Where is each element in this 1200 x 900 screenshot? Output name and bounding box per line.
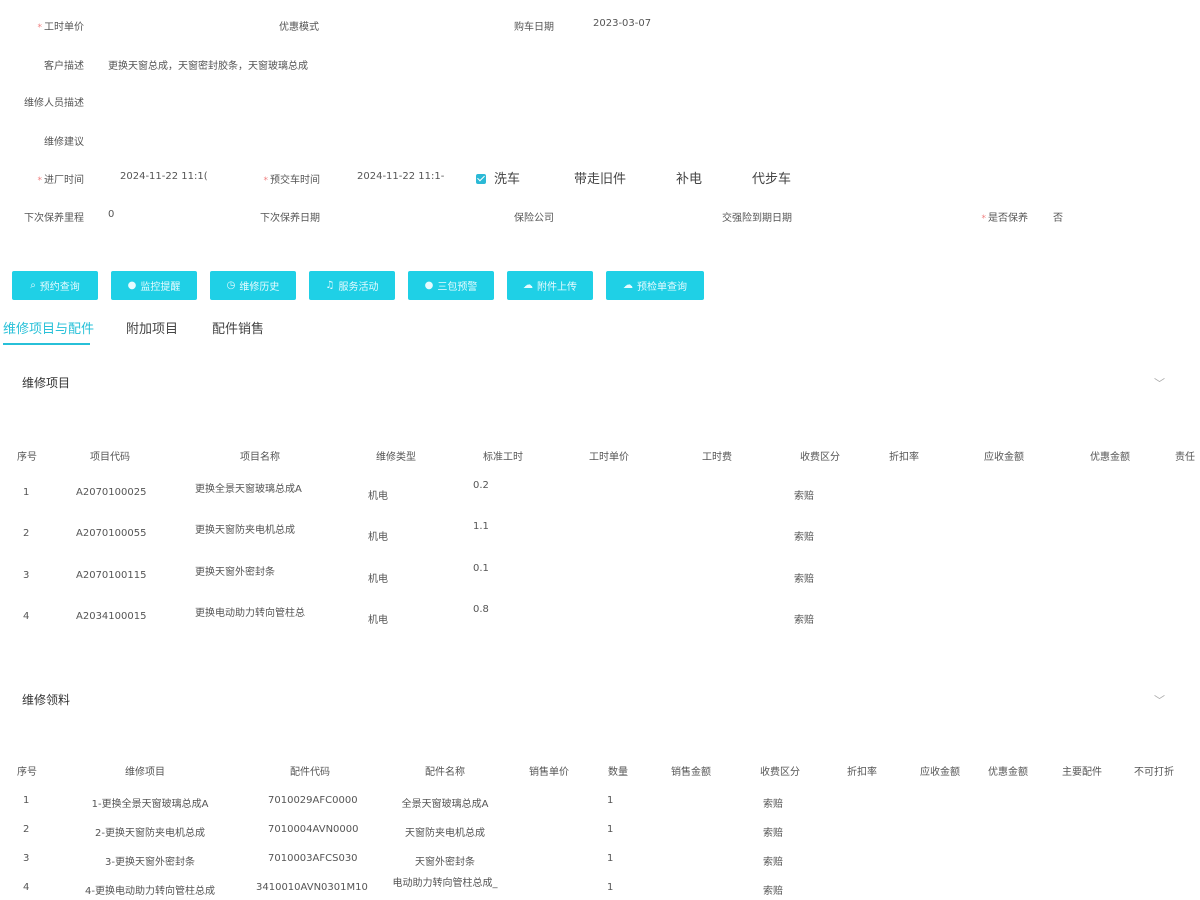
is-maintenance-value[interactable]: 否 [1053,209,1063,224]
expected-delivery-label: * 预交车时间 [263,175,321,186]
chevron-down-icon[interactable]: ﹀ [1154,692,1165,708]
precheck-query-button[interactable]: ☁ 预检单查询 [606,271,704,300]
expected-delivery-input[interactable]: 2024-11-22 11:1- [357,171,444,182]
clock-icon: ◷ [226,280,236,291]
insurance-expiry-label: 交强险到期日期 [722,213,792,224]
courtesy-car-checkbox[interactable]: 代步车 [752,168,791,187]
warning-icon: ● [424,280,434,291]
search-icon: ⌕ [30,280,36,291]
alert-icon: ● [127,280,137,291]
chevron-down-icon[interactable]: ﹀ [1154,375,1165,391]
column-header: 折扣率 [889,452,919,463]
column-header: 工时费 [702,452,732,463]
repair-items-title: 维修项目 [22,376,71,390]
column-header: 标准工时 [483,452,523,463]
next-mileage-value[interactable]: 0 [108,209,114,220]
tab-additional-items[interactable]: 附加项目 [126,318,178,337]
column-header: 配件名称 [425,767,465,778]
column-header: 主要配件 [1062,767,1102,778]
column-header: 责任 [1175,452,1195,463]
customer-desc-value[interactable]: 更换天窗总成，天窗密封胶条，天窗玻璃总成 [108,57,308,72]
repairer-desc-label: 维修人员描述 [24,98,84,109]
warranty-warning-button[interactable]: ● 三包预警 [408,271,494,300]
tab-parts-sales[interactable]: 配件销售 [212,318,264,337]
column-header: 工时单价 [589,452,629,463]
column-header: 收费区分 [760,767,800,778]
purchase-date-value[interactable]: 2023-03-07 [593,18,651,29]
cloud-upload-icon: ☁ [523,280,533,291]
column-header: 优惠金额 [1090,452,1130,463]
labor-price-label: * 工时单价 [37,22,85,33]
wash-checkbox[interactable]: 洗车 [476,168,520,187]
entry-time-label: * 进厂时间 [37,175,85,186]
take-old-parts-checkbox[interactable]: 带走旧件 [574,168,626,187]
repair-history-button[interactable]: ◷ 维修历史 [210,271,296,300]
attachment-upload-button[interactable]: ☁ 附件上传 [507,271,593,300]
column-header: 序号 [17,452,37,463]
column-header: 项目代码 [90,452,130,463]
service-activity-button[interactable]: ♫ 服务活动 [309,271,395,300]
column-header: 折扣率 [847,767,877,778]
cloud-icon: ☁ [623,280,633,291]
column-header: 销售金额 [671,767,711,778]
next-date-label: 下次保养日期 [260,213,320,224]
entry-time-input[interactable]: 2024-11-22 11:1( [120,171,208,182]
next-mileage-label: 下次保养里程 [24,213,84,224]
column-header: 数量 [608,767,628,778]
column-header: 应收金额 [920,767,960,778]
column-header: 配件代码 [290,767,330,778]
insurance-label: 保险公司 [514,213,554,224]
column-header: 维修项目 [125,767,165,778]
repair-materials-title: 维修领料 [22,693,71,707]
column-header: 不可打折 [1134,767,1174,778]
purchase-date-label: 购车日期 [514,22,554,33]
monitor-alert-button[interactable]: ● 监控提醒 [111,271,197,300]
column-header: 应收金额 [984,452,1024,463]
bell-icon: ♫ [325,280,335,291]
customer-desc-label: 客户描述 [44,61,84,72]
checkbox-checked-icon [476,173,486,184]
column-header: 收费区分 [800,452,840,463]
tab-repair-items-parts[interactable]: 维修项目与配件 [3,318,94,337]
column-header: 优惠金额 [988,767,1028,778]
column-header: 维修类型 [376,452,416,463]
recharge-checkbox[interactable]: 补电 [676,168,702,187]
repair-advice-label: 维修建议 [44,137,84,148]
column-header: 序号 [17,767,37,778]
column-header: 销售单价 [529,767,569,778]
discount-mode-label: 优惠模式 [279,22,319,33]
column-header: 项目名称 [240,452,280,463]
appointment-query-button[interactable]: ⌕ 预约查询 [12,271,98,300]
is-maintenance-label: * 是否保养 [981,213,1029,224]
active-tab-indicator [3,343,90,345]
